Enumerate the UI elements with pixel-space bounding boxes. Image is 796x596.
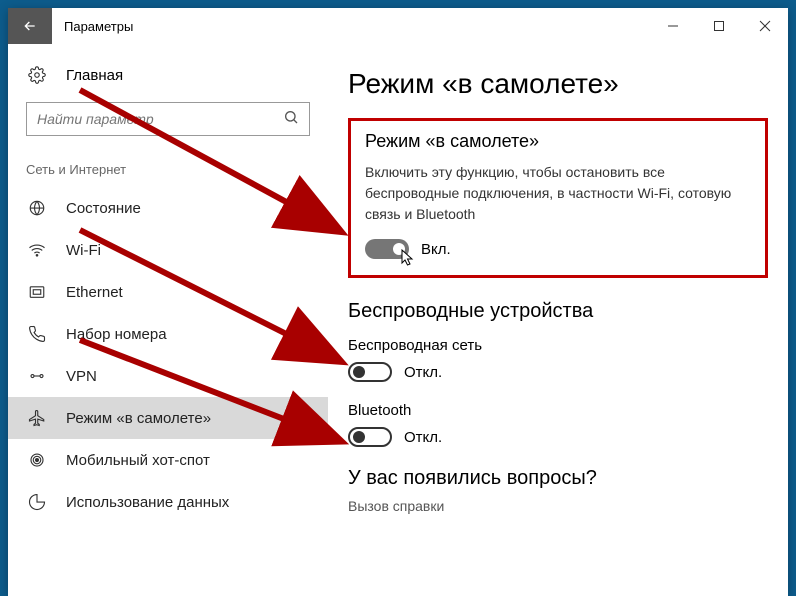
- cursor-icon: [401, 249, 415, 267]
- wifi-label: Беспроводная сеть: [348, 337, 768, 354]
- window-body: Главная Сеть и Интернет Состояние: [8, 44, 788, 596]
- close-button[interactable]: [742, 8, 788, 44]
- wifi-toggle[interactable]: [348, 362, 392, 382]
- sidebar-item-label: VPN: [66, 368, 97, 385]
- sidebar-item-hotspot[interactable]: Мобильный хот-спот: [8, 439, 328, 481]
- sidebar-item-label: Использование данных: [66, 494, 229, 511]
- sidebar-home[interactable]: Главная: [8, 56, 328, 94]
- sidebar-section-header: Сеть и Интернет: [8, 150, 328, 187]
- sidebar-item-label: Wi-Fi: [66, 242, 101, 259]
- help-title: У вас появились вопросы?: [348, 467, 768, 490]
- gear-icon: [26, 66, 48, 84]
- titlebar: Параметры: [8, 8, 788, 44]
- sidebar-item-dialup[interactable]: Набор номера: [8, 313, 328, 355]
- sidebar-home-label: Главная: [66, 67, 123, 84]
- bluetooth-toggle-label: Откл.: [404, 429, 442, 446]
- sidebar-item-status[interactable]: Состояние: [8, 187, 328, 229]
- page-title: Режим «в самолете»: [348, 68, 768, 100]
- sidebar-item-label: Набор номера: [66, 326, 167, 343]
- search-icon: [283, 109, 299, 130]
- maximize-button[interactable]: [696, 8, 742, 44]
- sidebar-item-label: Режим «в самолете»: [66, 410, 211, 427]
- airplane-mode-title: Режим «в самолете»: [365, 131, 751, 152]
- search-box[interactable]: [26, 102, 310, 136]
- data-usage-icon: [26, 493, 48, 511]
- sidebar-item-airplane[interactable]: Режим «в самолете»: [8, 397, 328, 439]
- sidebar-item-wifi[interactable]: Wi-Fi: [8, 229, 328, 271]
- sidebar-item-ethernet[interactable]: Ethernet: [8, 271, 328, 313]
- bluetooth-toggle[interactable]: [348, 427, 392, 447]
- settings-window: Параметры Главная: [8, 8, 788, 596]
- wireless-devices-title: Беспроводные устройства: [348, 300, 768, 323]
- airplane-icon: [26, 409, 48, 427]
- wifi-icon: [26, 241, 48, 259]
- airplane-mode-desc: Включить эту функцию, чтобы остановить в…: [365, 162, 751, 225]
- search-input[interactable]: [37, 111, 283, 127]
- toggle-knob: [353, 366, 365, 378]
- sidebar-item-label: Состояние: [66, 200, 141, 217]
- sidebar-item-datausage[interactable]: Использование данных: [8, 481, 328, 523]
- sidebar-item-label: Ethernet: [66, 284, 123, 301]
- wifi-toggle-label: Откл.: [404, 364, 442, 381]
- minimize-button[interactable]: [650, 8, 696, 44]
- bluetooth-label: Bluetooth: [348, 402, 768, 419]
- airplane-toggle-label: Вкл.: [421, 241, 451, 258]
- wifi-block: Беспроводная сеть Откл.: [348, 337, 768, 382]
- airplane-toggle-row: Вкл.: [365, 239, 751, 259]
- dialup-icon: [26, 325, 48, 343]
- globe-icon: [26, 199, 48, 217]
- window-title: Параметры: [52, 19, 650, 34]
- help-link[interactable]: Вызов справки: [348, 498, 768, 514]
- sidebar: Главная Сеть и Интернет Состояние: [8, 44, 328, 596]
- window-controls: [650, 8, 788, 44]
- sidebar-item-label: Мобильный хот-спот: [66, 452, 210, 469]
- vpn-icon: [26, 367, 48, 385]
- airplane-mode-section: Режим «в самолете» Включить эту функцию,…: [348, 118, 768, 278]
- back-button[interactable]: [8, 8, 52, 44]
- content-pane: Режим «в самолете» Режим «в самолете» Вк…: [328, 44, 788, 596]
- hotspot-icon: [26, 451, 48, 469]
- toggle-knob: [353, 431, 365, 443]
- bluetooth-block: Bluetooth Откл.: [348, 402, 768, 447]
- ethernet-icon: [26, 283, 48, 301]
- sidebar-item-vpn[interactable]: VPN: [8, 355, 328, 397]
- help-section: У вас появились вопросы? Вызов справки: [348, 467, 768, 514]
- search-wrap: [8, 94, 328, 150]
